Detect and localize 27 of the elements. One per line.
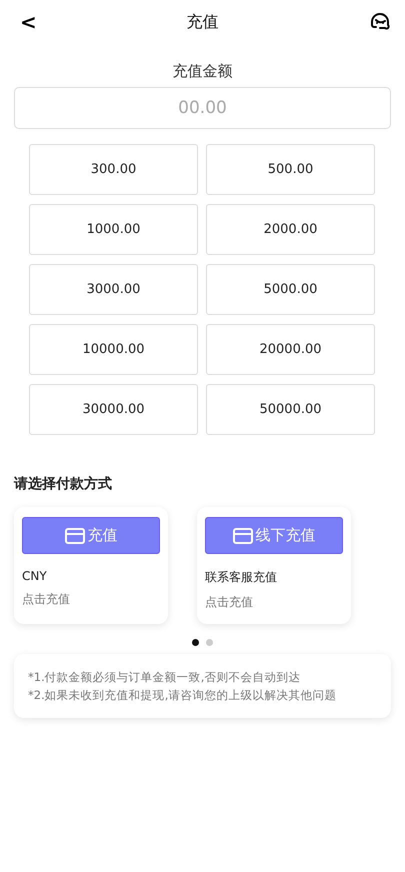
amount-option[interactable]: 2000.00: [206, 204, 375, 255]
amount-option[interactable]: 20000.00: [206, 324, 375, 375]
pager-dot[interactable]: [206, 639, 213, 646]
amount-option[interactable]: 3000.00: [29, 264, 198, 315]
payment-card[interactable]: 线下充值 联系客服充值 点击充值: [197, 507, 351, 624]
back-button[interactable]: <: [16, 10, 41, 34]
method-hint: 点击充值: [205, 594, 254, 611]
amount-option[interactable]: 50000.00: [206, 384, 375, 435]
method-hint: 点击充值: [22, 591, 71, 608]
note-text: *2.如果未收到充值和提现,请咨询您的上级以解决其他问题: [28, 687, 338, 704]
amount-option[interactable]: 10000.00: [29, 324, 198, 375]
pager-dot[interactable]: [192, 639, 199, 646]
amount-label: 充值金额: [172, 62, 234, 81]
amount-option[interactable]: 30000.00: [29, 384, 198, 435]
amount-field[interactable]: 00.00: [14, 87, 391, 129]
page-title: 充值: [186, 12, 218, 32]
payment-card[interactable]: 充值 CNY 点击充值: [14, 507, 168, 624]
note-text: *1.付款金额必须与订单金额一致,否则不会自动到达: [28, 669, 302, 686]
method-name: 联系客服充值: [205, 569, 278, 586]
section-title: 请选择付款方式: [14, 475, 113, 493]
card-icon: [232, 528, 252, 544]
amount-option[interactable]: 1000.00: [29, 204, 198, 255]
card-icon: [64, 528, 84, 544]
amount-option[interactable]: 300.00: [29, 144, 198, 195]
method-name: CNY: [22, 569, 48, 583]
amount-option[interactable]: 5000.00: [206, 264, 375, 315]
amount-option[interactable]: 500.00: [206, 144, 375, 195]
